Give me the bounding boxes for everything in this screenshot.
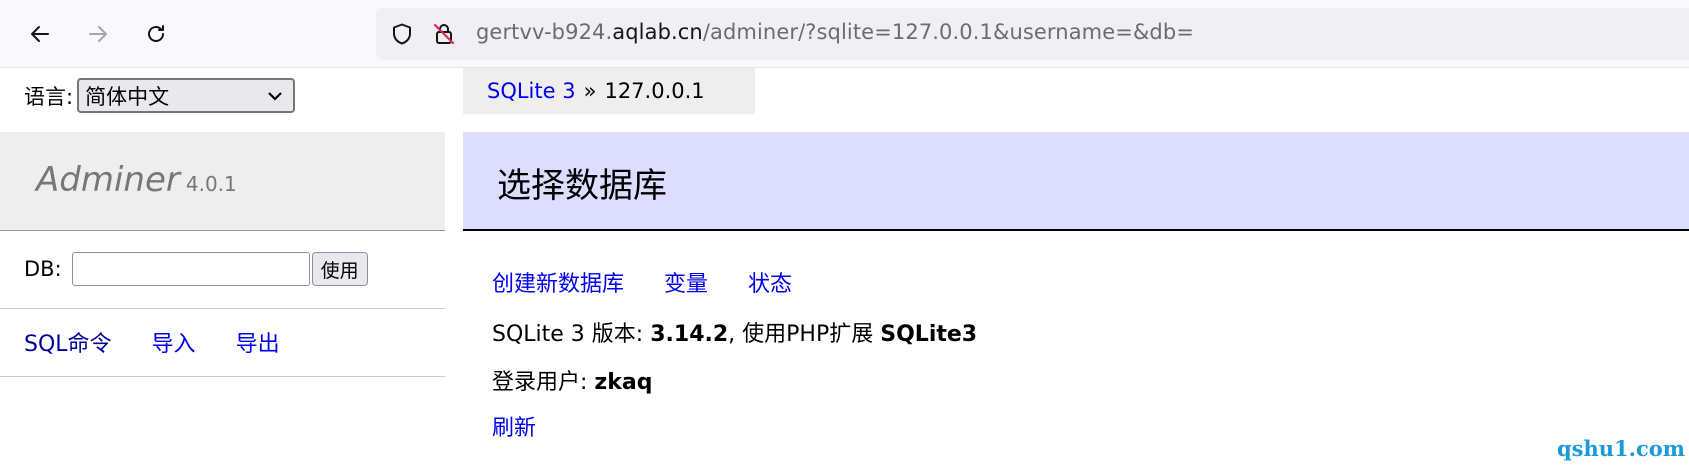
page-title: 选择数据库	[497, 166, 667, 206]
brand-version: 4.0.1	[185, 172, 237, 196]
version-middle: , 使用PHP扩展	[728, 322, 874, 347]
insecure-lock-icon[interactable]	[432, 22, 456, 46]
language-label: 语言:	[24, 84, 74, 109]
divider	[0, 308, 445, 309]
db-form: DB: 使用	[24, 252, 368, 286]
language-select[interactable]: 简体中文	[77, 78, 296, 113]
chevron-down-icon	[268, 91, 282, 101]
language-form: 语言: 简体中文	[24, 78, 296, 113]
shield-icon[interactable]	[390, 22, 414, 46]
status-link[interactable]: 状态	[748, 266, 792, 298]
version-value: 3.14.2	[650, 322, 729, 347]
user-info: 登录用户: zkaq	[492, 364, 652, 396]
import-link[interactable]: 导入	[152, 326, 196, 358]
variables-link[interactable]: 变量	[664, 266, 708, 298]
browser-toolbar: gertvv-b924.aqlab.cn/adminer/?sqlite=127…	[0, 0, 1689, 68]
version-info: SQLite 3 版本: 3.14.2, 使用PHP扩展 SQLite3	[492, 316, 977, 348]
arrow-right-icon	[89, 26, 107, 42]
divider	[0, 376, 445, 377]
user-prefix: 登录用户:	[492, 370, 588, 395]
main-links: 创建新数据库 变量 状态	[492, 266, 792, 298]
watermark: qshu1.com	[1557, 436, 1685, 461]
back-button[interactable]	[22, 16, 58, 52]
breadcrumb-server: 127.0.0.1	[604, 79, 705, 103]
url-path: /adminer/?sqlite=127.0.0.1&username=&db=	[702, 20, 1194, 44]
export-link[interactable]: 导出	[236, 326, 280, 358]
reload-icon	[148, 25, 164, 42]
breadcrumb-driver-link[interactable]: SQLite 3	[487, 79, 576, 103]
language-selected: 简体中文	[85, 84, 170, 109]
brand-name: Adminer	[36, 160, 180, 200]
db-input[interactable]	[71, 252, 310, 286]
forward-button[interactable]	[80, 16, 116, 52]
breadcrumb-separator: »	[583, 79, 597, 103]
sql-command-link[interactable]: SQL命令	[24, 326, 112, 358]
version-prefix: SQLite 3 版本:	[492, 322, 644, 347]
sidebar-links: SQL命令 导入 导出	[24, 326, 280, 358]
db-label: DB:	[24, 257, 62, 281]
user-value: zkaq	[594, 370, 653, 395]
refresh-link[interactable]: 刷新	[492, 410, 536, 442]
extension-value: SQLite3	[880, 322, 978, 347]
create-database-link[interactable]: 创建新数据库	[492, 266, 624, 298]
page-heading: 选择数据库	[463, 132, 1689, 231]
url-bar[interactable]: gertvv-b924.aqlab.cn/adminer/?sqlite=127…	[376, 8, 1689, 60]
url-prefix: gertvv-b924.	[476, 20, 613, 44]
arrow-left-icon	[31, 26, 49, 42]
brand-link[interactable]: Adminer 4.0.1	[36, 160, 237, 200]
brand-header: Adminer 4.0.1	[0, 132, 445, 231]
breadcrumb: SQLite 3 » 127.0.0.1	[463, 68, 755, 114]
reload-button[interactable]	[138, 16, 174, 52]
url-text[interactable]: gertvv-b924.aqlab.cn/adminer/?sqlite=127…	[476, 20, 1194, 44]
use-button[interactable]: 使用	[311, 252, 368, 286]
url-host: aqlab.cn	[612, 20, 703, 44]
